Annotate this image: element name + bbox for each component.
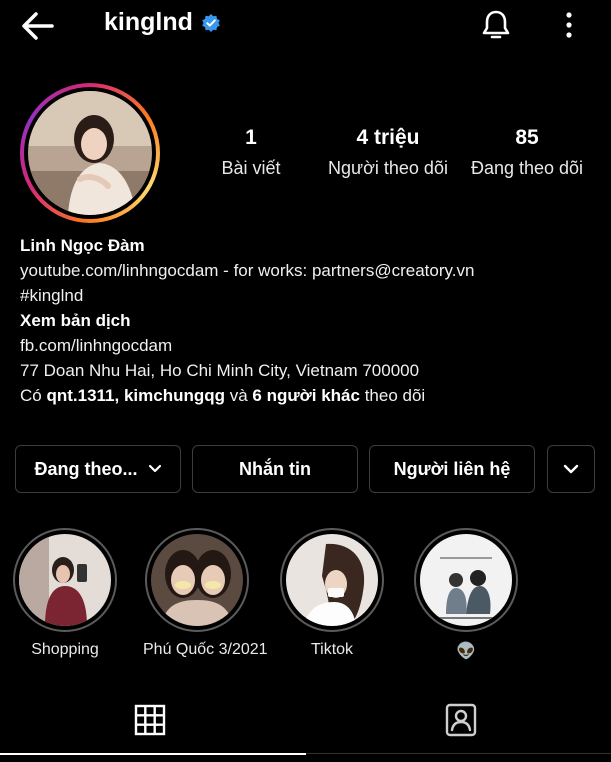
following-button[interactable]: Đang theo... bbox=[15, 445, 181, 493]
followed-by-prefix: Có bbox=[20, 386, 47, 405]
highlight-illustration-icon bbox=[420, 534, 512, 626]
followed-by-suffix: theo dõi bbox=[359, 386, 426, 405]
followers-label: Người theo dõi bbox=[328, 158, 448, 178]
tab-divider bbox=[306, 753, 611, 754]
avatar-photo-icon bbox=[28, 91, 152, 215]
posts-count: 1 bbox=[245, 126, 257, 149]
highlight-cover bbox=[19, 534, 111, 626]
bio-website-link[interactable]: fb.com/linhngocdam bbox=[20, 333, 600, 358]
grid-icon[interactable] bbox=[132, 702, 168, 738]
following-button-label: Đang theo... bbox=[34, 458, 138, 479]
profile-full-name: Linh Ngọc Đàm bbox=[20, 236, 145, 255]
contact-button-label: Người liên hệ bbox=[393, 458, 511, 479]
more-vertical-icon[interactable] bbox=[557, 8, 581, 42]
bio-hashtag[interactable]: #kinglnd bbox=[20, 283, 600, 308]
username-text: kinglnd bbox=[104, 8, 193, 36]
bio-address[interactable]: 77 Doan Nhu Hai, Ho Chi Minh City, Vietn… bbox=[20, 358, 600, 383]
highlight-cover bbox=[420, 534, 512, 626]
followed-by-names: qnt.1311, kimchungqg bbox=[46, 386, 226, 405]
bell-icon[interactable] bbox=[478, 7, 514, 43]
avatar bbox=[28, 91, 152, 215]
highlight-label: Tiktok bbox=[310, 641, 354, 658]
tagged-icon[interactable] bbox=[443, 702, 479, 738]
followed-by-line[interactable]: Có qnt.1311, kimchungqg và 6 người khác … bbox=[20, 383, 600, 408]
chevron-down-icon bbox=[563, 464, 579, 473]
highlight-phu-quoc[interactable]: Phú Quốc 3/2021 bbox=[143, 528, 268, 659]
following-label: Đang theo dõi bbox=[470, 158, 584, 178]
highlight-cover bbox=[151, 534, 243, 626]
bio-work-contact[interactable]: youtube.com/linhngocdam - for works: par… bbox=[20, 258, 600, 283]
highlight-tiktok[interactable]: Tiktok bbox=[278, 528, 386, 659]
highlight-label: Phú Quốc 3/2021 bbox=[143, 641, 268, 658]
contact-button[interactable]: Người liên hệ bbox=[369, 445, 535, 493]
see-translation-link[interactable]: Xem bản dịch bbox=[20, 308, 600, 333]
highlight-shopping[interactable]: Shopping bbox=[11, 528, 119, 659]
message-button-label: Nhắn tin bbox=[239, 458, 311, 479]
active-tab-indicator bbox=[0, 753, 306, 755]
back-arrow-icon[interactable] bbox=[18, 6, 58, 46]
followed-by-others: 6 người khác bbox=[252, 386, 360, 405]
chevron-down-icon bbox=[148, 464, 161, 473]
highlight-alien[interactable]: 👽 bbox=[412, 528, 520, 661]
suggested-accounts-button[interactable] bbox=[547, 445, 595, 493]
profile-avatar-story-ring[interactable] bbox=[20, 83, 160, 223]
highlight-label: 👽 bbox=[456, 643, 476, 660]
followers-count: 4 triệu bbox=[356, 126, 420, 149]
verified-badge-icon bbox=[202, 13, 220, 32]
following-count: 85 bbox=[515, 126, 539, 149]
highlight-cover bbox=[286, 534, 378, 626]
followed-by-and: và bbox=[225, 386, 253, 405]
posts-count-stat[interactable]: 1 Bài viết bbox=[210, 125, 292, 179]
following-count-stat[interactable]: 85 Đang theo dõi bbox=[464, 125, 590, 179]
highlight-photo-icon bbox=[19, 534, 111, 626]
highlight-label: Shopping bbox=[31, 641, 99, 658]
profile-bio: Linh Ngọc Đàm youtube.com/linhngocdam - … bbox=[20, 233, 600, 408]
profile-username-header: kinglnd bbox=[104, 8, 221, 37]
followers-count-stat[interactable]: 4 triệu Người theo dõi bbox=[322, 125, 454, 179]
highlight-photo-icon bbox=[286, 534, 378, 626]
message-button[interactable]: Nhắn tin bbox=[192, 445, 358, 493]
highlight-photo-icon bbox=[151, 534, 243, 626]
posts-label: Bài viết bbox=[221, 158, 281, 178]
